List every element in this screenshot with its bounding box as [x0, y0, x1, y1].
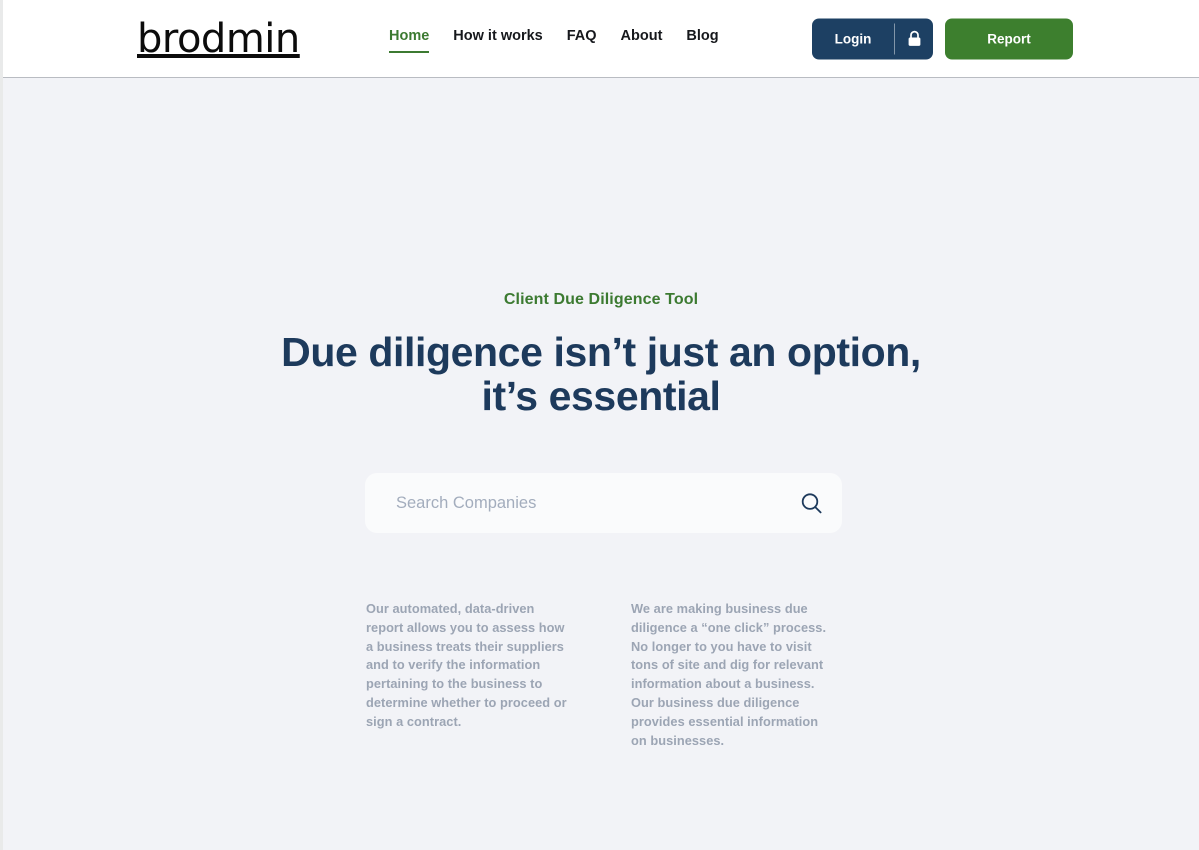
- search-button[interactable]: [780, 473, 842, 533]
- nav-item-how-it-works[interactable]: How it works: [453, 29, 542, 49]
- hero-blurbs: Our automated, data-driven report allows…: [366, 600, 846, 750]
- search-input[interactable]: [365, 473, 780, 533]
- hero-section: Client Due Diligence Tool Due diligence …: [3, 78, 1199, 850]
- brand-logo[interactable]: brodmin: [137, 19, 300, 59]
- nav-item-home[interactable]: Home: [389, 29, 430, 53]
- search-icon: [799, 491, 824, 516]
- login-button[interactable]: Login: [812, 18, 894, 59]
- page-title: Due diligence isn’t just an option, it’s…: [281, 329, 921, 420]
- header-actions: Login Report: [812, 18, 1073, 59]
- site-header: brodmin Home How it works FAQ About Blog…: [3, 0, 1199, 78]
- hero-eyebrow: Client Due Diligence Tool: [503, 291, 699, 308]
- lock-button[interactable]: [895, 18, 933, 59]
- main-navigation: Home How it works FAQ About Blog: [389, 0, 719, 78]
- report-button[interactable]: Report: [945, 18, 1073, 59]
- nav-item-blog[interactable]: Blog: [686, 29, 718, 49]
- nav-item-about[interactable]: About: [621, 29, 663, 49]
- page-root: brodmin Home How it works FAQ About Blog…: [3, 0, 1199, 850]
- hero-blurb-right: We are making business due diligence a “…: [631, 601, 827, 748]
- nav-item-faq[interactable]: FAQ: [567, 29, 597, 49]
- hero-blurb-left: Our automated, data-driven report allows…: [366, 601, 567, 729]
- login-button-group: Login: [812, 18, 933, 59]
- lock-icon: [907, 30, 922, 47]
- search-bar[interactable]: [365, 473, 842, 533]
